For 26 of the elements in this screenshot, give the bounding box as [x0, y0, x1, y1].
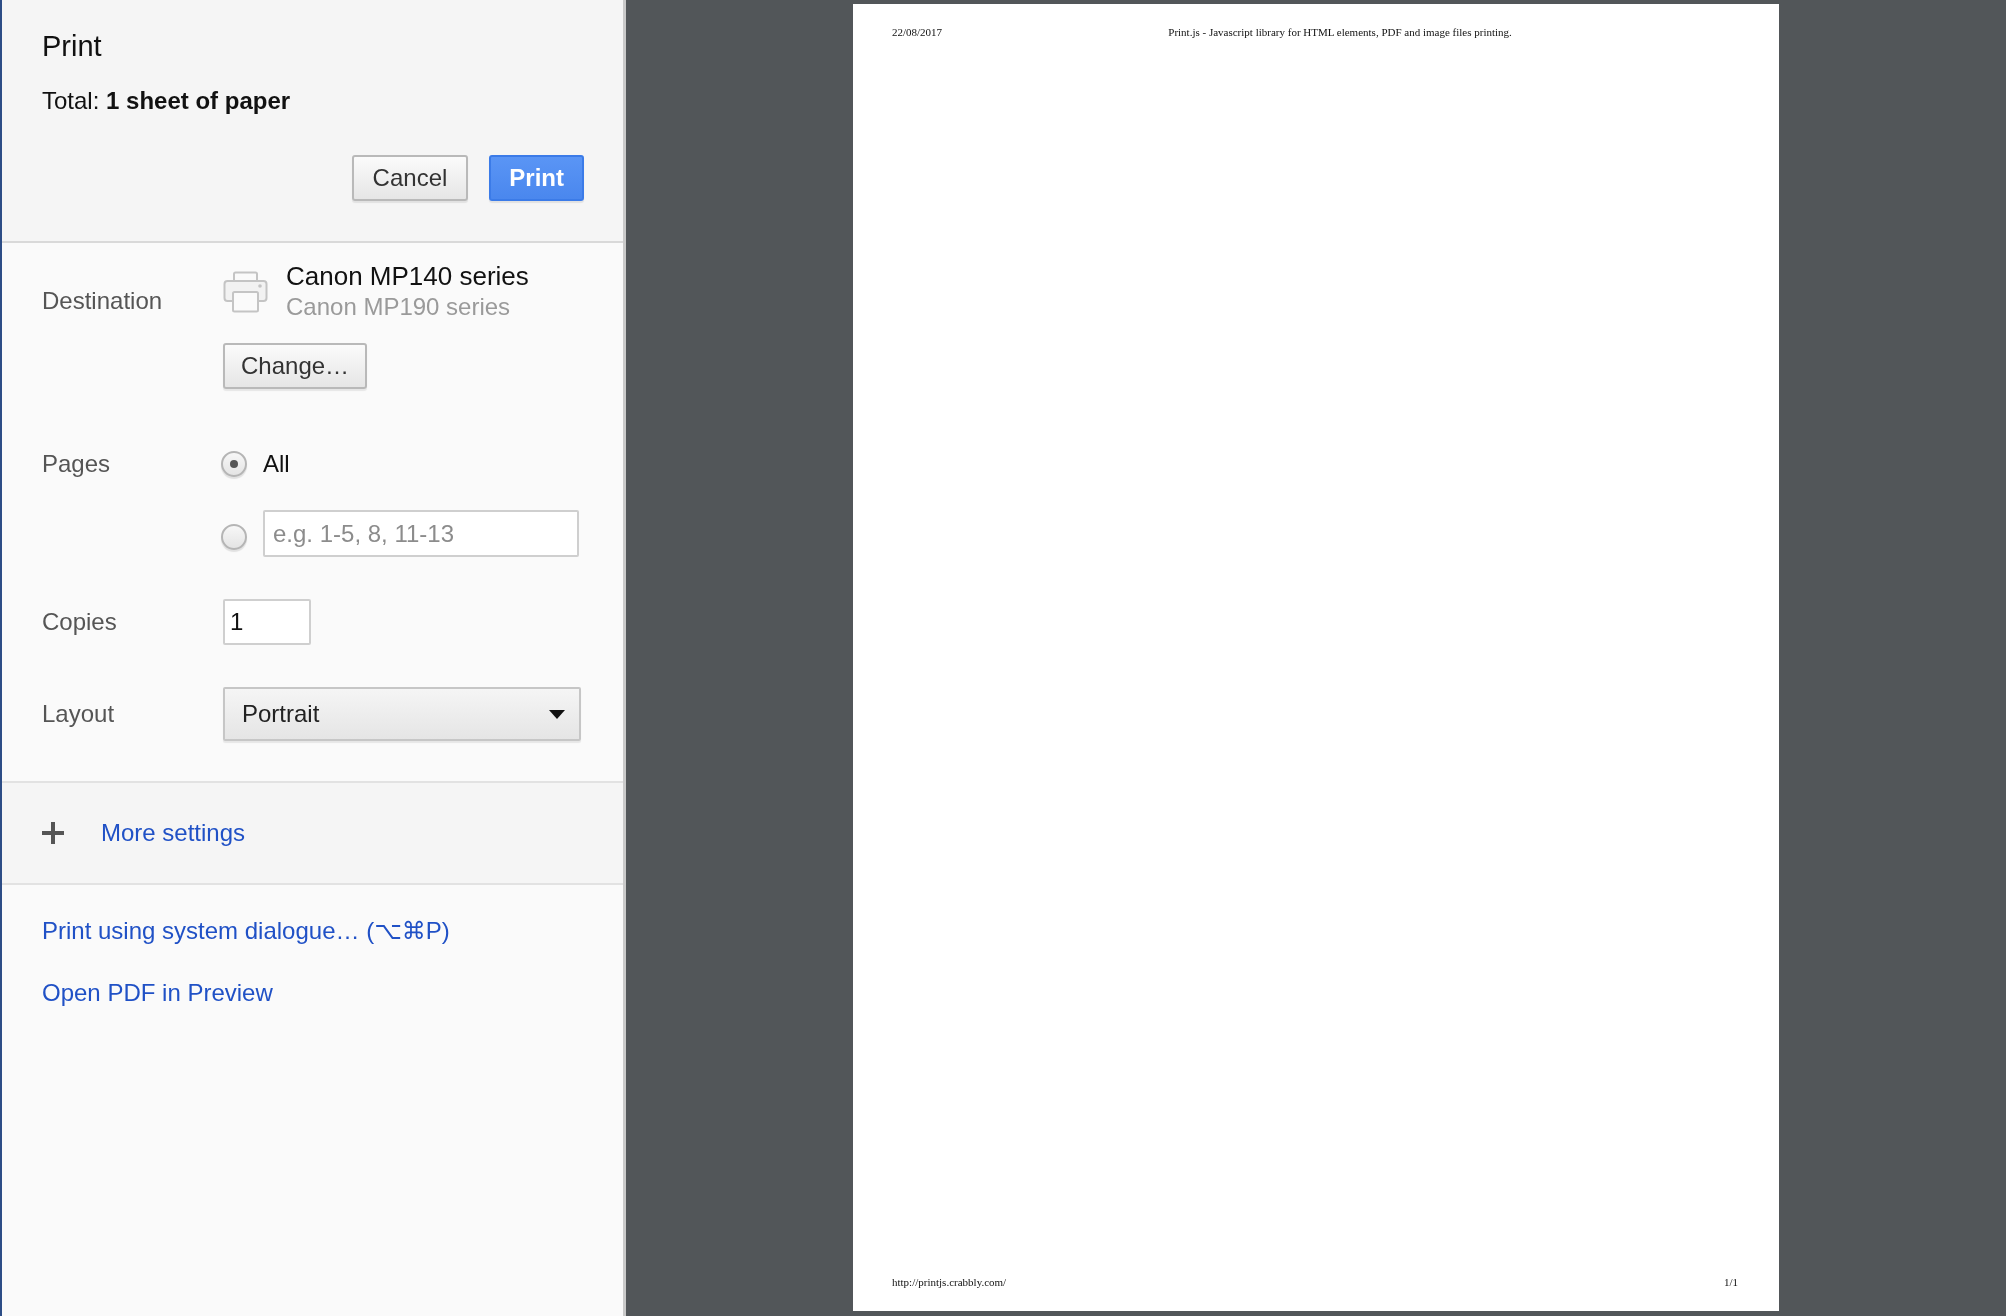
copies-label: Copies	[42, 607, 117, 637]
printer-name: Canon MP140 series	[286, 261, 529, 291]
destination-label: Destination	[42, 286, 163, 316]
cancel-button[interactable]: Cancel	[351, 155, 469, 201]
copies-input[interactable]: 1	[223, 599, 311, 645]
page-number: 1/1	[1723, 1275, 1738, 1289]
caret-icon	[549, 709, 565, 719]
change-button[interactable]: Change…	[223, 343, 368, 389]
page-range-input[interactable]: e.g. 1-5, 8, 11-13	[263, 510, 579, 557]
page-header-date: 22/08/2017	[892, 25, 943, 39]
dialog-link[interactable]: Open PDF in Preview	[42, 979, 273, 1006]
radio-button[interactable]	[221, 451, 247, 477]
more-settings-link[interactable]: More settings	[101, 819, 246, 847]
pages-label: Pages	[42, 449, 111, 479]
printer-icon	[223, 271, 268, 313]
total-text: Total: 1 sheet of paper	[42, 87, 291, 115]
layout-label: Layout	[42, 699, 115, 729]
radio-label[interactable]: All	[263, 450, 290, 478]
page-header-title: Print.js - Javascript library for HTML elements, PDF and image files printing.	[1167, 25, 1513, 39]
dialog-title: Print	[42, 29, 102, 63]
plus-icon[interactable]	[42, 822, 64, 844]
printer-detail: Canon MP190 series	[286, 292, 511, 322]
dialog-link[interactable]: Print using system dialogue… (⌥⌘P)	[42, 917, 450, 944]
page-footer-url: http://printjs.crabbly.com/	[892, 1275, 1007, 1289]
radio-button[interactable]	[221, 523, 247, 550]
layout-dropdown[interactable]: Portrait	[223, 687, 581, 741]
